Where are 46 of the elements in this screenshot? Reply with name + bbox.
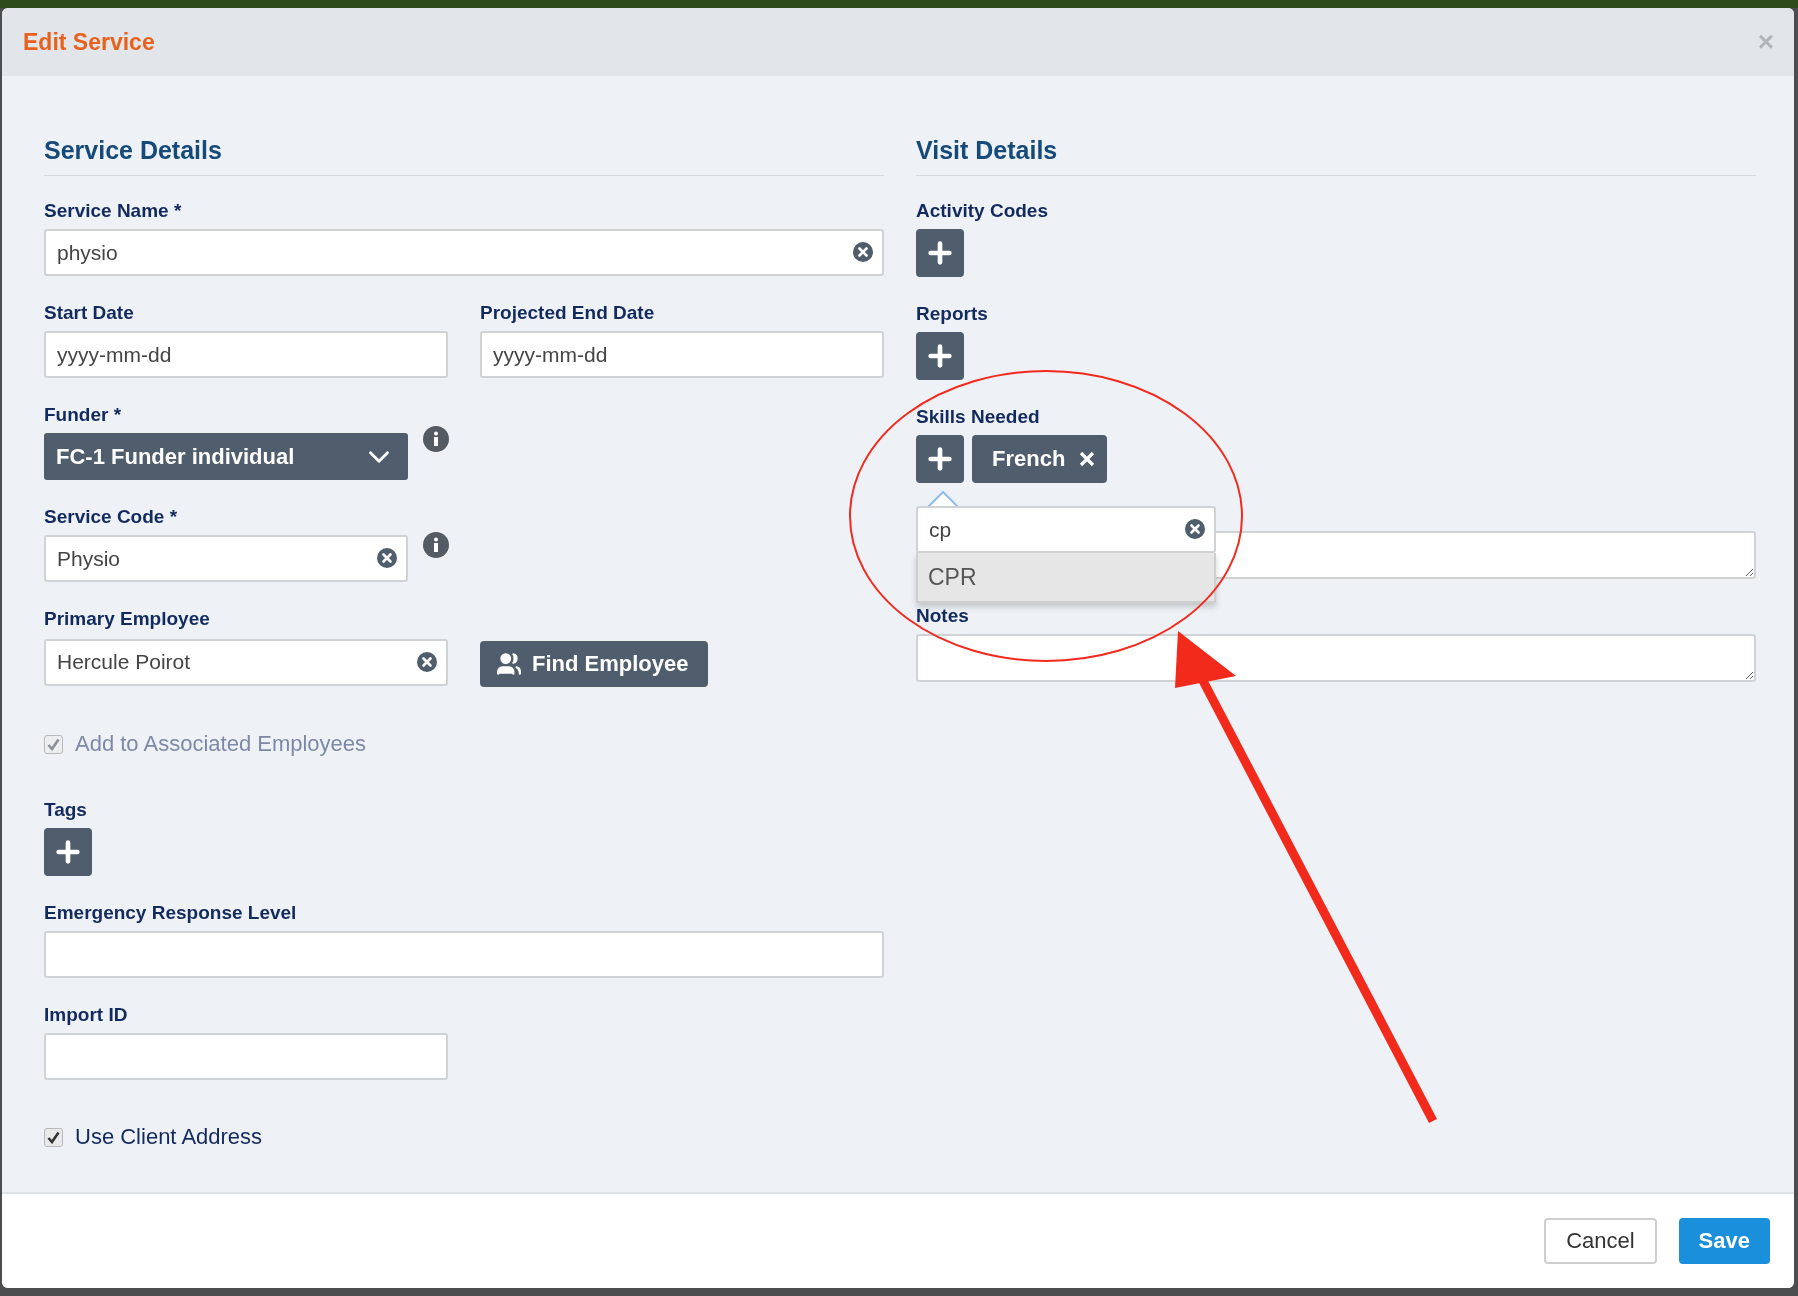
field-label: Activity Codes	[916, 200, 1049, 223]
add-button[interactable]	[44, 828, 92, 877]
field-label: Primary Employee	[44, 608, 211, 631]
field-label: Start Date	[44, 302, 135, 325]
suggestion-option[interactable]: CPR	[916, 553, 1216, 604]
clear-icon[interactable]	[376, 547, 398, 570]
field-label: Projected End Date	[480, 302, 656, 325]
clear-icon[interactable]	[1184, 518, 1206, 541]
date-field[interactable]: yyyy-mm-dd	[480, 331, 884, 379]
field-label: Import ID	[44, 1004, 129, 1027]
text-field[interactable]: Hercule Poirot	[44, 638, 448, 686]
text-field[interactable]	[44, 931, 884, 979]
funder-select[interactable]: FC-1 Funder individual	[44, 433, 408, 481]
find-employee-button[interactable]: Find Employee	[480, 641, 709, 688]
text-field[interactable]	[44, 1033, 448, 1081]
checkbox-label: Use Client Address	[75, 1124, 263, 1151]
field-label: Tags	[44, 799, 88, 822]
checkbox[interactable]	[44, 1127, 63, 1147]
field-label: Emergency Response Level	[44, 902, 298, 925]
add-button[interactable]	[916, 435, 964, 484]
field-label: Reports	[916, 303, 989, 326]
remove-icon[interactable]	[1079, 451, 1096, 468]
field-label: Funder *	[44, 404, 123, 427]
checkbox-label: Add to Associated Employees	[75, 731, 367, 758]
add-button[interactable]	[916, 229, 964, 278]
clear-icon[interactable]	[416, 650, 438, 673]
section-heading: Visit Details	[916, 136, 1756, 177]
section-heading: Service Details	[44, 136, 884, 177]
popover-pointer-icon	[928, 490, 958, 509]
text-field[interactable]: Physio	[44, 535, 408, 583]
save-button[interactable]: Save	[1678, 1218, 1770, 1265]
text-field[interactable]: physio	[44, 229, 884, 277]
cancel-button[interactable]: Cancel	[1544, 1218, 1657, 1265]
field-label: Service Name *	[44, 200, 183, 223]
info-icon[interactable]	[422, 425, 450, 454]
skill-tag: French	[972, 435, 1108, 484]
add-button[interactable]	[916, 332, 964, 381]
users-icon	[496, 651, 522, 678]
field-label: Skills Needed	[916, 406, 1041, 429]
clear-icon[interactable]	[852, 241, 874, 264]
field-label: Notes	[916, 605, 970, 628]
date-field[interactable]: yyyy-mm-dd	[44, 331, 448, 379]
notes-field[interactable]	[916, 634, 1756, 683]
info-icon[interactable]	[422, 531, 450, 560]
field-label: Service Code *	[44, 506, 179, 529]
dialog-title: Edit Service	[23, 28, 155, 56]
